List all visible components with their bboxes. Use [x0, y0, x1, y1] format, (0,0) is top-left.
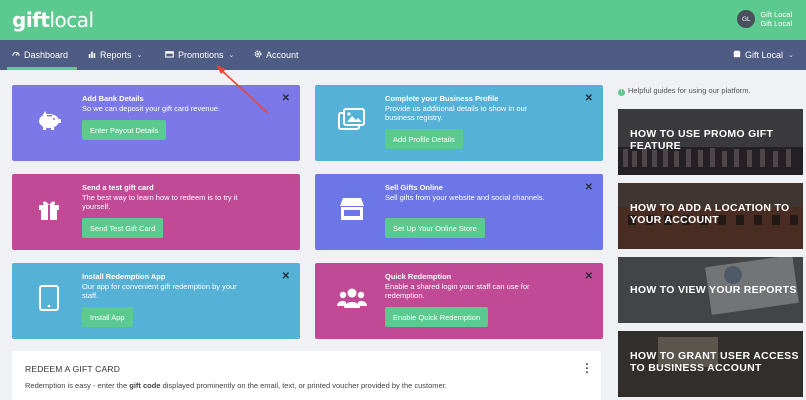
- guide-label: HOW TO GRANT USER ACCESS TO BUSINESS ACC…: [630, 350, 799, 374]
- guide-promo-gift[interactable]: HOW TO USE PROMO GIFT FEATURE: [618, 109, 803, 175]
- more-options-icon[interactable]: · · ·: [585, 360, 589, 379]
- redeem-desc-bold: gift code: [129, 381, 161, 390]
- guide-label: HOW TO VIEW YOUR REPORTS: [630, 284, 797, 296]
- tablet-icon: [34, 283, 64, 313]
- guide-label: HOW TO USE PROMO GIFT FEATURE: [630, 128, 774, 152]
- add-profile-details-button[interactable]: Add Profile Details: [385, 129, 463, 149]
- card-quick-redemption: Quick Redemption Enable a shared login y…: [315, 263, 603, 339]
- card-title: Install Redemption App: [82, 272, 166, 281]
- enable-quick-redemption-button[interactable]: Enable Quick Redemption: [385, 307, 489, 327]
- user-menu[interactable]: GL Gift Local Gift Local: [737, 10, 792, 28]
- close-icon[interactable]: ✕: [585, 271, 593, 282]
- guide-view-reports[interactable]: HOW TO VIEW YOUR REPORTS: [618, 257, 803, 323]
- store-selector[interactable]: Gift Local ⌄: [733, 40, 794, 70]
- redeem-description: Redemption is easy - enter the gift code…: [25, 381, 447, 390]
- storefront-icon: [337, 194, 367, 224]
- close-icon[interactable]: ✕: [585, 93, 593, 104]
- user-line-1: Gift Local: [760, 10, 792, 19]
- user-name: Gift Local Gift Local: [760, 10, 792, 28]
- images-icon: [337, 105, 367, 135]
- nav-promotions[interactable]: Promotions ⌄: [165, 40, 234, 70]
- card-title: Add Bank Details: [82, 94, 144, 103]
- chevron-down-icon: ⌄: [228, 52, 235, 59]
- active-tab-indicator: [7, 67, 77, 70]
- bar-chart-icon: [88, 50, 96, 60]
- guide-grant-user-access[interactable]: HOW TO GRANT USER ACCESS TO BUSINESS ACC…: [618, 331, 803, 397]
- nav-reports[interactable]: Reports ⌄: [88, 40, 142, 70]
- close-icon[interactable]: ✕: [282, 93, 290, 104]
- guide-add-location[interactable]: HOW TO ADD A LOCATION TO YOUR ACCOUNT: [618, 183, 803, 249]
- store-selector-label: Gift Local: [745, 50, 784, 60]
- redeem-gift-card-panel: REDEEM A GIFT CARD Redemption is easy - …: [12, 351, 601, 400]
- card-description: The best way to learn how to redeem is t…: [82, 193, 238, 211]
- card-add-bank-details: Add Bank Details So we can deposit your …: [12, 85, 300, 161]
- card-title: Quick Redemption: [385, 272, 452, 281]
- dashboard-icon: [12, 50, 20, 60]
- logo-bold: gift: [12, 8, 50, 32]
- store-icon: [733, 50, 741, 60]
- main-nav: Dashboard Reports ⌄ Promotions ⌄ Account…: [0, 40, 806, 70]
- chevron-down-icon: ⌄: [136, 52, 143, 59]
- nav-account-label: Account: [266, 50, 299, 60]
- card-title: Complete your Business Profile: [385, 94, 499, 103]
- top-bar: giftlocal GL Gift Local Gift Local: [0, 0, 806, 40]
- nav-account[interactable]: Account: [254, 40, 299, 70]
- nav-dashboard[interactable]: Dashboard: [12, 40, 68, 70]
- user-line-2: Gift Local: [760, 19, 792, 28]
- gear-icon: [254, 50, 262, 60]
- redeem-desc-pre: Redemption is easy - enter the: [25, 381, 130, 390]
- info-icon: i: [618, 89, 625, 96]
- help-note: i Helpful guides for using our platform.: [618, 86, 751, 96]
- close-icon[interactable]: ✕: [585, 182, 593, 193]
- enter-payout-details-button[interactable]: Enter Payout Details: [82, 120, 167, 140]
- card-sell-gifts-online: Sell Gifts Online Sell gifts from your w…: [315, 174, 603, 250]
- redeem-desc-post: displayed prominently on the email, text…: [160, 381, 447, 390]
- card-description: Sell gifts from your website and social …: [385, 193, 545, 202]
- card-description: Enable a shared login your staff can use…: [385, 282, 530, 300]
- help-note-text: Helpful guides for using our platform.: [628, 86, 751, 95]
- card-description: Provide us additional details to show in…: [385, 104, 528, 122]
- card-complete-profile: Complete your Business Profile Provide u…: [315, 85, 603, 161]
- gift-icon: [34, 194, 64, 224]
- card-send-test-gift: Send a test gift card The best way to le…: [12, 174, 300, 250]
- card-title: Sell Gifts Online: [385, 183, 443, 192]
- redeem-title: REDEEM A GIFT CARD: [25, 364, 121, 374]
- card-install-redemption-app: Install Redemption App Our app for conve…: [12, 263, 300, 339]
- avatar[interactable]: GL: [737, 10, 756, 28]
- card-description: Our app for convenient gift redemption b…: [82, 282, 237, 300]
- card-title: Send a test gift card: [82, 183, 154, 192]
- nav-reports-label: Reports: [100, 50, 132, 60]
- promotions-icon: [165, 50, 174, 60]
- nav-promotions-label: Promotions: [178, 50, 224, 60]
- send-test-gift-card-button[interactable]: Send Test Gift Card: [82, 218, 164, 238]
- giftlocal-logo[interactable]: giftlocal: [12, 8, 94, 32]
- piggy-bank-icon: [34, 105, 64, 135]
- close-icon[interactable]: ✕: [282, 271, 290, 282]
- card-description: So we can deposit your gift card revenue…: [82, 104, 220, 113]
- set-up-online-store-button[interactable]: Set Up Your Online Store: [385, 218, 485, 238]
- nav-dashboard-label: Dashboard: [24, 50, 69, 60]
- guide-label: HOW TO ADD A LOCATION TO YOUR ACCOUNT: [630, 202, 790, 226]
- users-icon: [337, 283, 367, 313]
- chevron-down-icon: ⌄: [788, 52, 794, 59]
- logo-light: local: [49, 8, 94, 32]
- install-app-button[interactable]: Install App: [82, 307, 133, 327]
